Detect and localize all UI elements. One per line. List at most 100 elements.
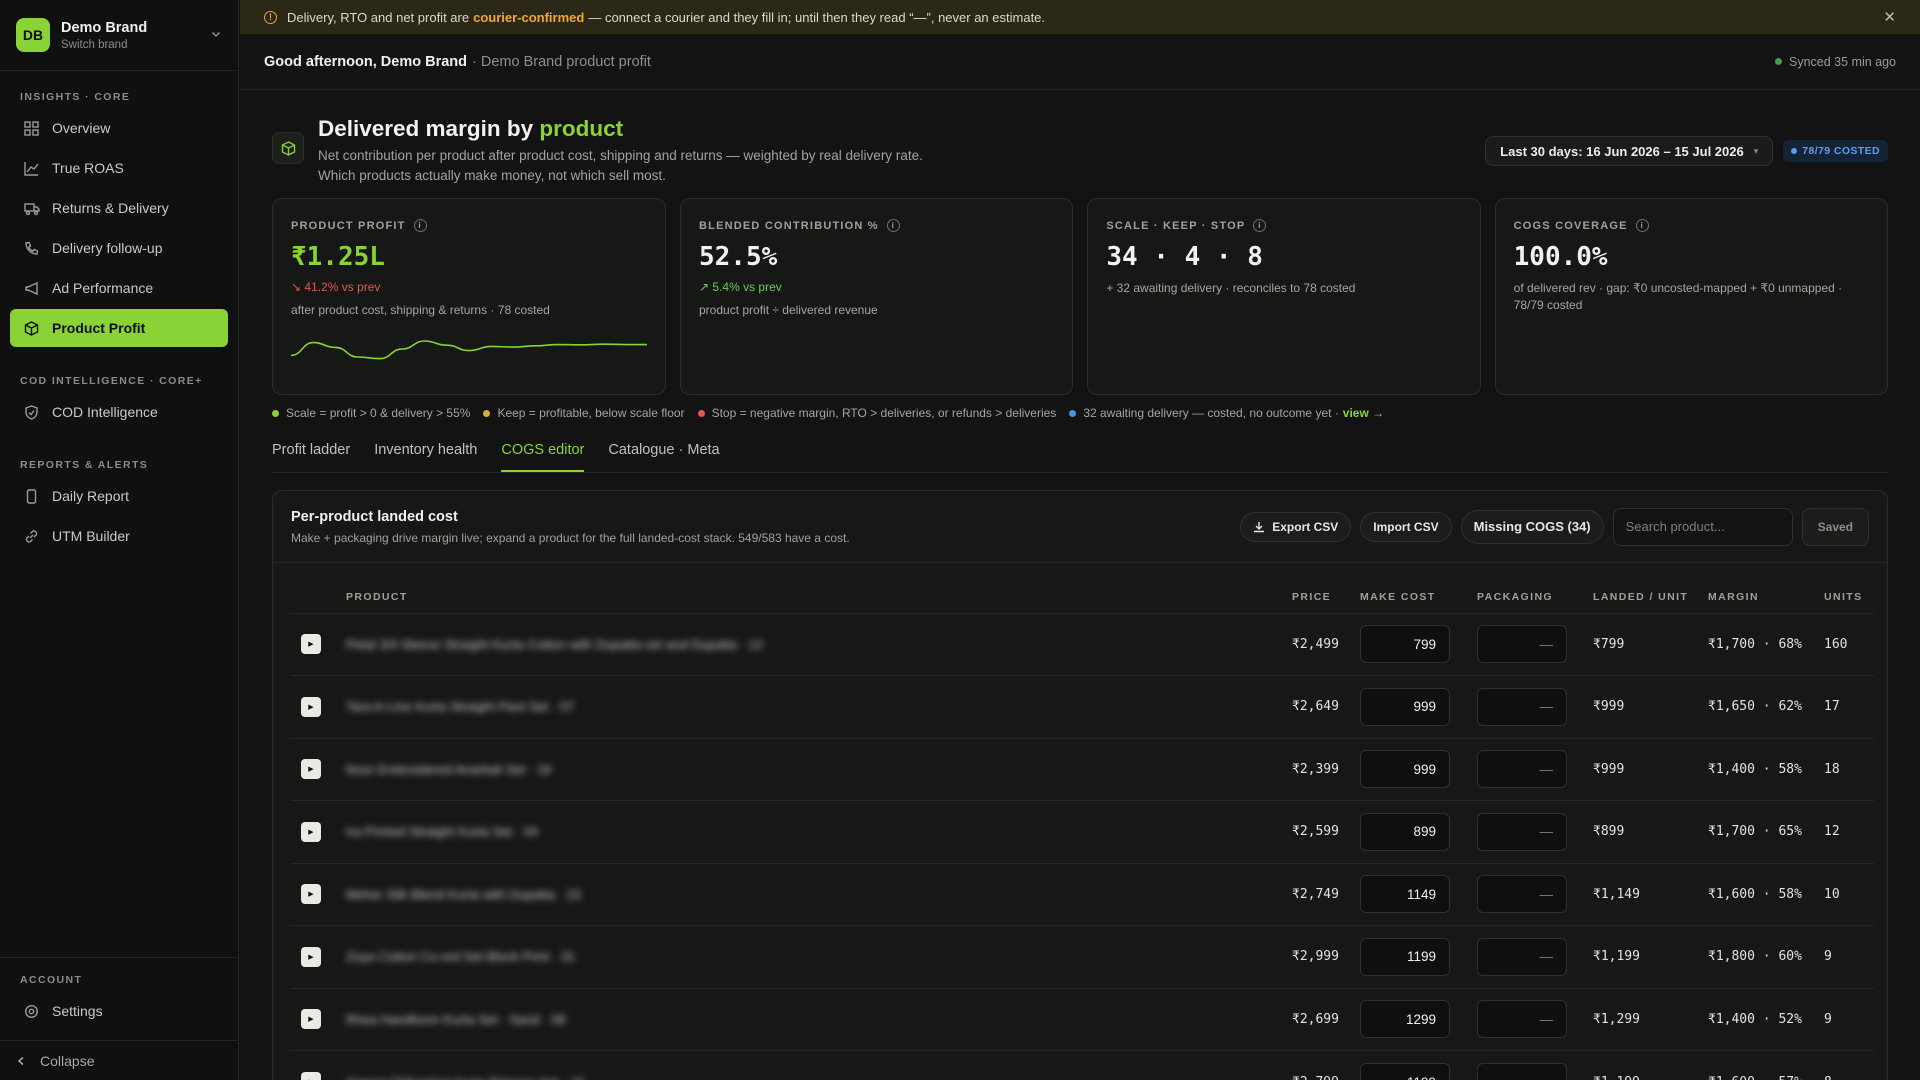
kpi-value: 100.0% (1513, 242, 1608, 272)
sync-text: Synced 35 min ago (1788, 54, 1896, 69)
kpi-label: PRODUCT PROFIT i (291, 219, 647, 232)
price-cell: ₹2,699 (1292, 987, 1360, 1051)
table-row: ▶ Petal 3/4 Sleeve Straight Kurta Cotton … (290, 612, 1874, 676)
sidebar-item-cod-intelligence[interactable]: COD Intelligence (10, 393, 228, 431)
view-awaiting-link[interactable]: view → (1343, 406, 1384, 420)
packaging-input[interactable] (1477, 750, 1567, 789)
sidebar-item-overview[interactable]: Overview (10, 109, 228, 147)
page-subtitle-2: Which products actually make money, not … (318, 168, 666, 183)
expand-row-button[interactable]: ▶ (301, 884, 321, 905)
product-name: Ira Printed Straight Kurta Set · 04 (346, 824, 539, 840)
collapse-button[interactable]: Collapse (0, 1040, 238, 1080)
make-cost-input[interactable] (1360, 875, 1450, 914)
kpi-note: after product cost, shipping & returns ·… (291, 303, 550, 317)
download-icon (1253, 521, 1265, 533)
truck-icon (23, 200, 40, 217)
make-cost-input[interactable] (1360, 812, 1450, 851)
packaging-input[interactable] (1477, 625, 1567, 664)
brand-switcher[interactable]: DB Demo Brand Switch brand (0, 0, 238, 71)
make-cost-input[interactable] (1360, 1063, 1450, 1080)
make-cost-input[interactable] (1360, 1000, 1450, 1039)
date-range-picker[interactable]: Last 30 days: 16 Jun 2026 – 15 Jul 2026 … (1485, 136, 1774, 166)
costed-badge: 78/79 COSTED (1783, 140, 1888, 162)
sidebar-item-label: True ROAS (52, 160, 124, 176)
expand-row-button[interactable]: ▶ (301, 696, 321, 717)
packaging-input[interactable] (1477, 1000, 1567, 1039)
packaging-input[interactable] (1477, 687, 1567, 726)
missing-cogs-button[interactable]: Missing COGS (34) (1460, 509, 1604, 544)
margin-cell: ₹1,400 · 58% (1708, 737, 1824, 801)
sidebar-item-ad-performance[interactable]: Ad Performance (10, 269, 228, 307)
units-cell: 17 (1824, 675, 1874, 738)
col-units: UNITS (1824, 590, 1863, 603)
product-name: Petal 3/4 Sleeve Straight Kurta Cotton w… (346, 636, 763, 652)
landed-cell: ₹1,199 (1593, 925, 1708, 988)
page-title: Delivered margin by product (318, 116, 624, 141)
sidebar-item-label: Daily Report (52, 488, 130, 504)
saved-button[interactable]: Saved (1801, 507, 1869, 546)
make-cost-input[interactable] (1360, 750, 1450, 789)
tab-profit-ladder[interactable]: Profit ladder (272, 433, 350, 472)
sidebar-item-true-roas[interactable]: True ROAS (10, 149, 228, 187)
sidebar-item-product-profit[interactable]: Product Profit (10, 309, 228, 347)
expand-row-button[interactable]: ▶ (301, 946, 321, 967)
info-icon[interactable]: i (413, 219, 427, 232)
blue-dot-icon (1069, 409, 1077, 417)
main-area: ! Delivery, RTO and net profit are couri… (240, 0, 1920, 1080)
expand-row-button[interactable]: ▶ (301, 634, 321, 655)
units-cell: 9 (1824, 987, 1874, 1051)
search-input[interactable] (1612, 507, 1793, 546)
export-csv-button[interactable]: Export CSV (1240, 511, 1352, 542)
sidebar-item-label: COD Intelligence (52, 404, 158, 420)
make-cost-input[interactable] (1360, 625, 1450, 664)
price-cell: ₹2,749 (1292, 862, 1360, 926)
packaging-input[interactable] (1477, 812, 1567, 851)
margin-cell: ₹1,600 · 58% (1708, 862, 1824, 926)
col-packaging: PACKAGING (1477, 590, 1553, 603)
panel-title: Per-product landed cost (291, 508, 458, 525)
legend-awaiting: 32 awaiting delivery — costed, no outcom… (1069, 406, 1384, 420)
sidebar-item-returns-delivery[interactable]: Returns & Delivery (10, 189, 228, 227)
sidebar-item-delivery-follow-up[interactable]: Delivery follow-up (10, 229, 228, 267)
product-name: Meher Silk Blend Kurta with Dupatta · 23 (346, 886, 581, 902)
landed-cell: ₹899 (1593, 800, 1708, 863)
sidebar-item-utm-builder[interactable]: UTM Builder (10, 517, 228, 555)
expand-row-button[interactable]: ▶ (301, 821, 321, 842)
chevron-down-icon[interactable] (210, 28, 222, 43)
sidebar-item-daily-report[interactable]: Daily Report (10, 477, 228, 515)
kpi-note: + 32 awaiting delivery · reconciles to 7… (1106, 281, 1356, 295)
sidebar-item-label: Overview (52, 120, 111, 136)
product-name: Rhea Handloom Kurta Set · Sand · 08 (346, 1011, 566, 1027)
packaging-input[interactable] (1477, 1063, 1567, 1080)
tab-catalogue-meta[interactable]: Catalogue · Meta (608, 433, 719, 472)
brand-name: Demo Brand (61, 19, 148, 36)
info-icon[interactable]: i (886, 219, 900, 232)
expand-row-button[interactable]: ▶ (301, 759, 321, 780)
import-csv-button[interactable]: Import CSV (1360, 511, 1452, 542)
expand-row-button[interactable]: ▶ (301, 1009, 321, 1030)
courier-banner: ! Delivery, RTO and net profit are couri… (240, 0, 1920, 34)
date-range-label: Last 30 days: 16 Jun 2026 – 15 Jul 2026 (1500, 143, 1744, 159)
landed-cell: ₹1,299 (1593, 987, 1708, 1051)
kpi-label: BLENDED CONTRIBUTION % i (699, 219, 1054, 232)
make-cost-input[interactable] (1360, 937, 1450, 976)
legend-stop: Stop = negative margin, RTO > deliveries… (697, 406, 1056, 420)
units-cell: 18 (1824, 737, 1874, 801)
sidebar-item-settings[interactable]: Settings (10, 992, 228, 1030)
info-icon[interactable]: i (1635, 219, 1649, 232)
section-label-reports: REPORTS & ALERTS (20, 459, 149, 471)
margin-cell: ₹1,700 · 65% (1708, 800, 1824, 863)
sparkline-path (291, 340, 647, 360)
tab-cogs-editor[interactable]: COGS editor (501, 433, 585, 472)
make-cost-input[interactable] (1360, 687, 1450, 726)
packaging-input[interactable] (1477, 875, 1567, 914)
megaphone-icon (23, 280, 40, 297)
tab-inventory-health[interactable]: Inventory health (374, 433, 477, 472)
banner-text-pre: Delivery, RTO and net profit are (287, 9, 470, 25)
close-icon[interactable]: ✕ (1883, 8, 1896, 26)
packaging-input[interactable] (1477, 937, 1567, 976)
page-content: Delivered margin by product Net contribu… (272, 116, 1888, 1080)
table-row: ▶ Tara A-Line Kurta Straight Pant Set · 0… (290, 675, 1874, 738)
info-icon[interactable]: i (1253, 219, 1267, 232)
expand-row-button[interactable]: ▶ (301, 1072, 321, 1080)
